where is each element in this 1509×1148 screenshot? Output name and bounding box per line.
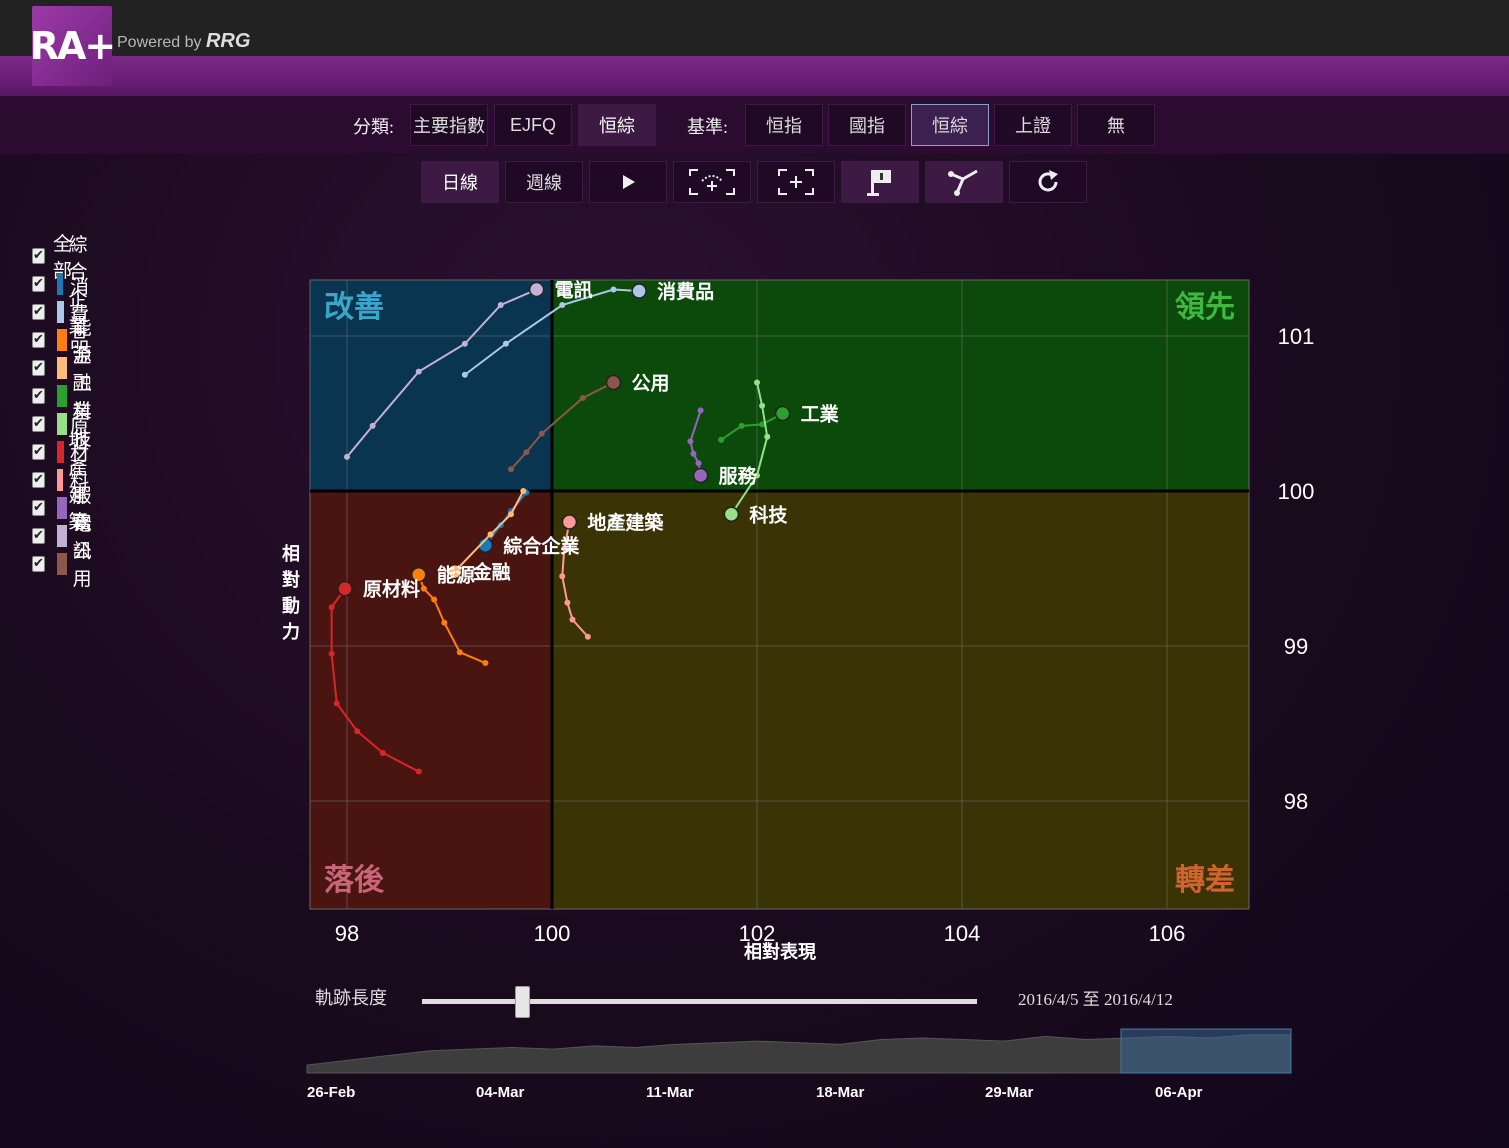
series-trail-point[interactable] (584, 633, 591, 640)
series-trail-point[interactable] (415, 768, 422, 775)
series-trail-point[interactable] (690, 450, 697, 457)
series-trail-point[interactable] (538, 430, 545, 437)
series-trail-point[interactable] (354, 728, 361, 735)
series-trail-point[interactable] (579, 395, 586, 401)
series-label: 地產建築 (587, 511, 664, 534)
navigator-date-label: 06-Apr (1155, 1084, 1203, 1101)
series-trail-point[interactable] (328, 604, 335, 611)
series-label: 電訊 (555, 279, 593, 302)
series-trail-point[interactable] (759, 402, 766, 409)
series-trail-point[interactable] (415, 368, 422, 375)
series-head-point[interactable] (528, 281, 545, 298)
navigator-date-label: 26-Feb (307, 1084, 355, 1101)
quadrant-label-improving: 改善 (324, 290, 384, 325)
series-trail-point[interactable] (369, 422, 376, 429)
series-trail-point[interactable] (461, 340, 468, 347)
series-trail-point[interactable] (569, 616, 576, 623)
series-trail-point[interactable] (520, 488, 527, 494)
series-trail-point[interactable] (328, 650, 335, 657)
series-label: 公用 (632, 373, 670, 395)
series-trail-point[interactable] (559, 573, 566, 580)
x-tick-label: 98 (335, 921, 359, 946)
series-label: 金融 (472, 561, 511, 584)
series-trail-point[interactable] (508, 466, 514, 473)
date-range-text: 2016/4/5 至 2016/4/12 (1018, 990, 1173, 1009)
trail-length-slider-track[interactable] (422, 999, 977, 1004)
series-head-point[interactable] (723, 506, 740, 522)
series-trail-point[interactable] (487, 531, 494, 538)
x-tick-label: 100 (534, 921, 571, 946)
trail-length-label: 軌跡長度 (315, 988, 387, 1008)
series-trail-point[interactable] (344, 453, 350, 460)
series-label: 綜合企業 (503, 534, 580, 557)
series-trail-point[interactable] (508, 511, 514, 518)
series-label: 服務 (719, 465, 758, 488)
series-head-point[interactable] (337, 580, 353, 597)
series-trail-point[interactable] (502, 340, 509, 347)
series-label: 消費品 (657, 280, 714, 303)
rrg-chart[interactable]: 改善 領先落後 轉差98 100 102 104 1069899100101相對表現相對動力… (0, 0, 1509, 1148)
series-trail-point[interactable] (559, 302, 566, 308)
series-trail-point[interactable] (523, 449, 530, 456)
y-axis-title-char: 對 (282, 569, 300, 591)
series-trail-point[interactable] (564, 599, 571, 606)
quadrant-label-lagging: 落後 (324, 863, 385, 898)
y-tick-label: 101 (1278, 324, 1315, 349)
y-axis-title-char: 動 (282, 595, 300, 617)
series-head-point[interactable] (605, 374, 622, 391)
series-label: 科技 (749, 503, 788, 526)
series-trail-point[interactable] (420, 585, 427, 592)
series-label: 工業 (801, 403, 840, 426)
quadrant-weakening (552, 491, 1249, 909)
series-head-point[interactable] (692, 467, 709, 484)
y-axis-title-char: 相 (282, 544, 300, 565)
x-tick-label: 104 (944, 921, 981, 946)
series-label: 能源 (437, 564, 475, 587)
series-trail-point[interactable] (431, 596, 438, 603)
trail-length-slider-handle[interactable] (514, 986, 530, 1018)
series-trail-point[interactable] (764, 433, 771, 440)
y-tick-label: 99 (1284, 634, 1308, 659)
series-head-point[interactable] (561, 514, 578, 530)
x-axis-title: 相對表現 (744, 941, 816, 963)
series-head-point[interactable] (631, 283, 647, 299)
series-trail-point[interactable] (456, 649, 463, 656)
navigator-date-label: 04-Mar (476, 1084, 525, 1101)
navigator-date-label: 18-Mar (816, 1084, 865, 1101)
y-tick-label: 98 (1284, 789, 1308, 814)
y-axis-title-char: 力 (282, 622, 300, 643)
x-tick-label: 106 (1149, 921, 1186, 946)
series-trail-point[interactable] (482, 660, 489, 667)
series-trail-point[interactable] (697, 407, 704, 414)
series-trail-point[interactable] (754, 379, 760, 386)
y-tick-label: 100 (1278, 479, 1315, 504)
series-trail-point[interactable] (441, 619, 448, 626)
series-trail-point[interactable] (379, 749, 386, 756)
series-trail-point[interactable] (333, 700, 340, 707)
navigator-date-label: 11-Mar (646, 1084, 694, 1101)
series-trail-point[interactable] (461, 371, 468, 378)
series-trail-point[interactable] (687, 438, 694, 445)
navigator-selection[interactable] (1120, 1028, 1292, 1074)
quadrant-label-leading: 領先 (1175, 290, 1235, 325)
navigator-date-label: 29-Mar (985, 1084, 1034, 1101)
series-label: 原材料 (363, 578, 420, 601)
quadrant-label-weakening: 轉差 (1175, 863, 1235, 898)
series-trail-point[interactable] (718, 436, 725, 443)
series-trail-point[interactable] (738, 422, 745, 429)
series-trail-point[interactable] (695, 460, 702, 467)
series-trail-point[interactable] (610, 286, 617, 293)
series-head-point[interactable] (774, 405, 791, 422)
series-trail-point[interactable] (497, 302, 504, 308)
